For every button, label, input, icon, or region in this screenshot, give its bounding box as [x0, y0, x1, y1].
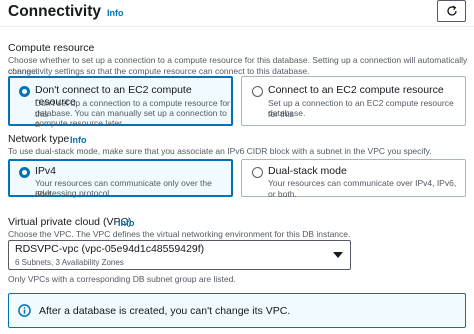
vpc-label: Virtual private cloud (VPC): [8, 216, 132, 228]
compute-resource-label: Compute resource: [8, 42, 95, 54]
network-type-label: Network type: [8, 133, 70, 145]
option-ipv4[interactable]: IPv4 Your resources can communicate only…: [8, 159, 233, 199]
vpc-note: Only VPCs with a corresponding DB subnet…: [8, 274, 236, 284]
vpc-selected-value: RDSVPC-vpc (vpc-05e94d1c48559429f): [15, 243, 205, 255]
header-divider: [0, 26, 474, 27]
option-description: database.: [268, 108, 306, 118]
option-connect-ec2[interactable]: Connect to an EC2 compute resource Set u…: [241, 76, 466, 126]
option-description: compute resource later.: [35, 118, 124, 128]
vpc-selected-sub: 6 Subnets, 3 Availability Zones: [15, 258, 124, 267]
radio-dont-connect[interactable]: [19, 86, 30, 97]
option-dual-stack[interactable]: Dual-stack mode Your resources can commu…: [241, 159, 466, 199]
info-alert: After a database is created, you can't c…: [8, 293, 466, 328]
option-title: IPv4: [35, 165, 57, 177]
radio-connect-ec2[interactable]: [252, 86, 263, 97]
vpc-select[interactable]: RDSVPC-vpc (vpc-05e94d1c48559429f) 6 Sub…: [8, 240, 351, 270]
radio-ipv4[interactable]: [19, 167, 30, 178]
connectivity-info-link[interactable]: Info: [107, 8, 124, 18]
vpc-description: Choose the VPC. The VPC defines the virt…: [8, 229, 351, 239]
caret-down-icon: [333, 252, 343, 258]
option-dont-connect-ec2[interactable]: Don't connect to an EC2 compute resource…: [8, 76, 233, 129]
refresh-icon: [446, 5, 457, 16]
section-title: Connectivity: [8, 3, 102, 20]
option-description: Your resources can communicate over IPv4…: [268, 178, 457, 199]
refresh-button[interactable]: [437, 0, 466, 22]
option-title: Connect to an EC2 compute resource: [268, 84, 444, 96]
network-type-info-link[interactable]: Info: [70, 135, 87, 145]
info-circle-icon: [18, 304, 31, 317]
option-description: addressing protocol.: [35, 188, 112, 198]
network-type-description: To use dual-stack mode, make sure that y…: [8, 146, 432, 156]
vpc-info-link[interactable]: Info: [118, 218, 135, 228]
section-header: Connectivity Info: [0, 0, 474, 28]
option-title: Dual-stack mode: [268, 165, 347, 177]
alert-text: After a database is created, you can't c…: [39, 305, 291, 317]
radio-dual-stack[interactable]: [252, 167, 263, 178]
